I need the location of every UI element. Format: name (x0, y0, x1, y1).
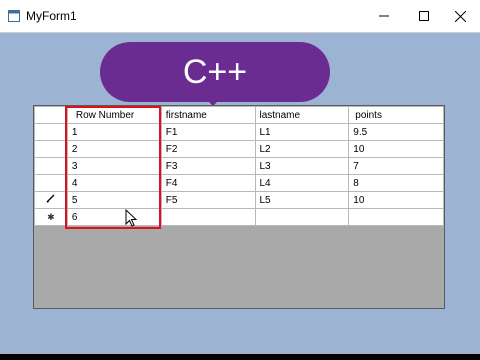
close-icon (454, 10, 466, 22)
language-badge: C++ (100, 42, 330, 102)
cell-points[interactable]: 10 (348, 191, 444, 209)
cell-points[interactable]: 9.5 (348, 123, 444, 141)
row-header[interactable] (34, 123, 68, 141)
close-button[interactable] (440, 0, 480, 32)
column-header-firstname[interactable]: firstname (160, 106, 256, 124)
column-header-row-number[interactable]: Row Number (66, 106, 162, 124)
title-bar[interactable]: MyForm1 (0, 0, 480, 33)
header-row: Row Number firstname lastname points (34, 106, 444, 124)
cell-points[interactable]: 7 (348, 157, 444, 175)
row-header[interactable] (34, 140, 68, 158)
cell-points[interactable] (348, 208, 444, 226)
cell-row-number[interactable]: 2 (66, 140, 162, 158)
column-header-points[interactable]: points (348, 106, 444, 124)
cell-firstname[interactable]: F1 (160, 123, 256, 141)
table-row[interactable]: 3 F3 L3 7 (34, 157, 444, 175)
cell-lastname[interactable]: L5 (254, 191, 350, 209)
cell-lastname[interactable]: L1 (254, 123, 350, 141)
cell-points[interactable]: 10 (348, 140, 444, 158)
cell-lastname[interactable]: L2 (254, 140, 350, 158)
row-header[interactable] (34, 191, 68, 209)
mouse-pointer-icon (125, 209, 138, 227)
minimize-icon (379, 15, 389, 17)
app-icon (8, 10, 20, 22)
table-row-editing[interactable]: 5 F5 L5 10 (34, 191, 444, 209)
pencil-icon (46, 194, 55, 203)
cell-row-number[interactable]: 5 (66, 191, 162, 209)
cell-lastname[interactable]: L4 (254, 174, 350, 192)
data-grid-view[interactable]: Row Number firstname lastname points 1 F… (33, 105, 445, 309)
cell-row-number[interactable]: 3 (66, 157, 162, 175)
cell-firstname[interactable]: F3 (160, 157, 256, 175)
table-row[interactable]: 2 F2 L2 10 (34, 140, 444, 158)
new-row-icon: ✱ (47, 211, 55, 222)
cell-firstname[interactable]: F4 (160, 174, 256, 192)
cell-lastname[interactable]: L3 (254, 157, 350, 175)
minimize-button[interactable] (364, 0, 404, 32)
row-header[interactable]: ✱ (34, 208, 68, 226)
window-title: MyForm1 (26, 9, 77, 23)
app-window: MyForm1 C++ Row Number firstname lastnam… (0, 0, 480, 354)
table-row[interactable]: 1 F1 L1 9.5 (34, 123, 444, 141)
cell-firstname[interactable] (160, 208, 256, 226)
cell-row-number[interactable]: 1 (66, 123, 162, 141)
cell-firstname[interactable]: F5 (160, 191, 256, 209)
cell-firstname[interactable]: F2 (160, 140, 256, 158)
maximize-button[interactable] (404, 0, 444, 32)
table-row[interactable]: 4 F4 L4 8 (34, 174, 444, 192)
row-header[interactable] (34, 157, 68, 175)
cell-row-number[interactable]: 6 (66, 208, 162, 226)
corner-header-cell[interactable] (34, 106, 68, 124)
column-header-lastname[interactable]: lastname (254, 106, 350, 124)
grid-table: Row Number firstname lastname points 1 F… (34, 106, 444, 226)
cell-row-number[interactable]: 4 (66, 174, 162, 192)
table-row-new[interactable]: ✱ 6 (34, 208, 444, 226)
cell-lastname[interactable] (254, 208, 350, 226)
row-header[interactable] (34, 174, 68, 192)
maximize-icon (419, 11, 429, 21)
cell-points[interactable]: 8 (348, 174, 444, 192)
